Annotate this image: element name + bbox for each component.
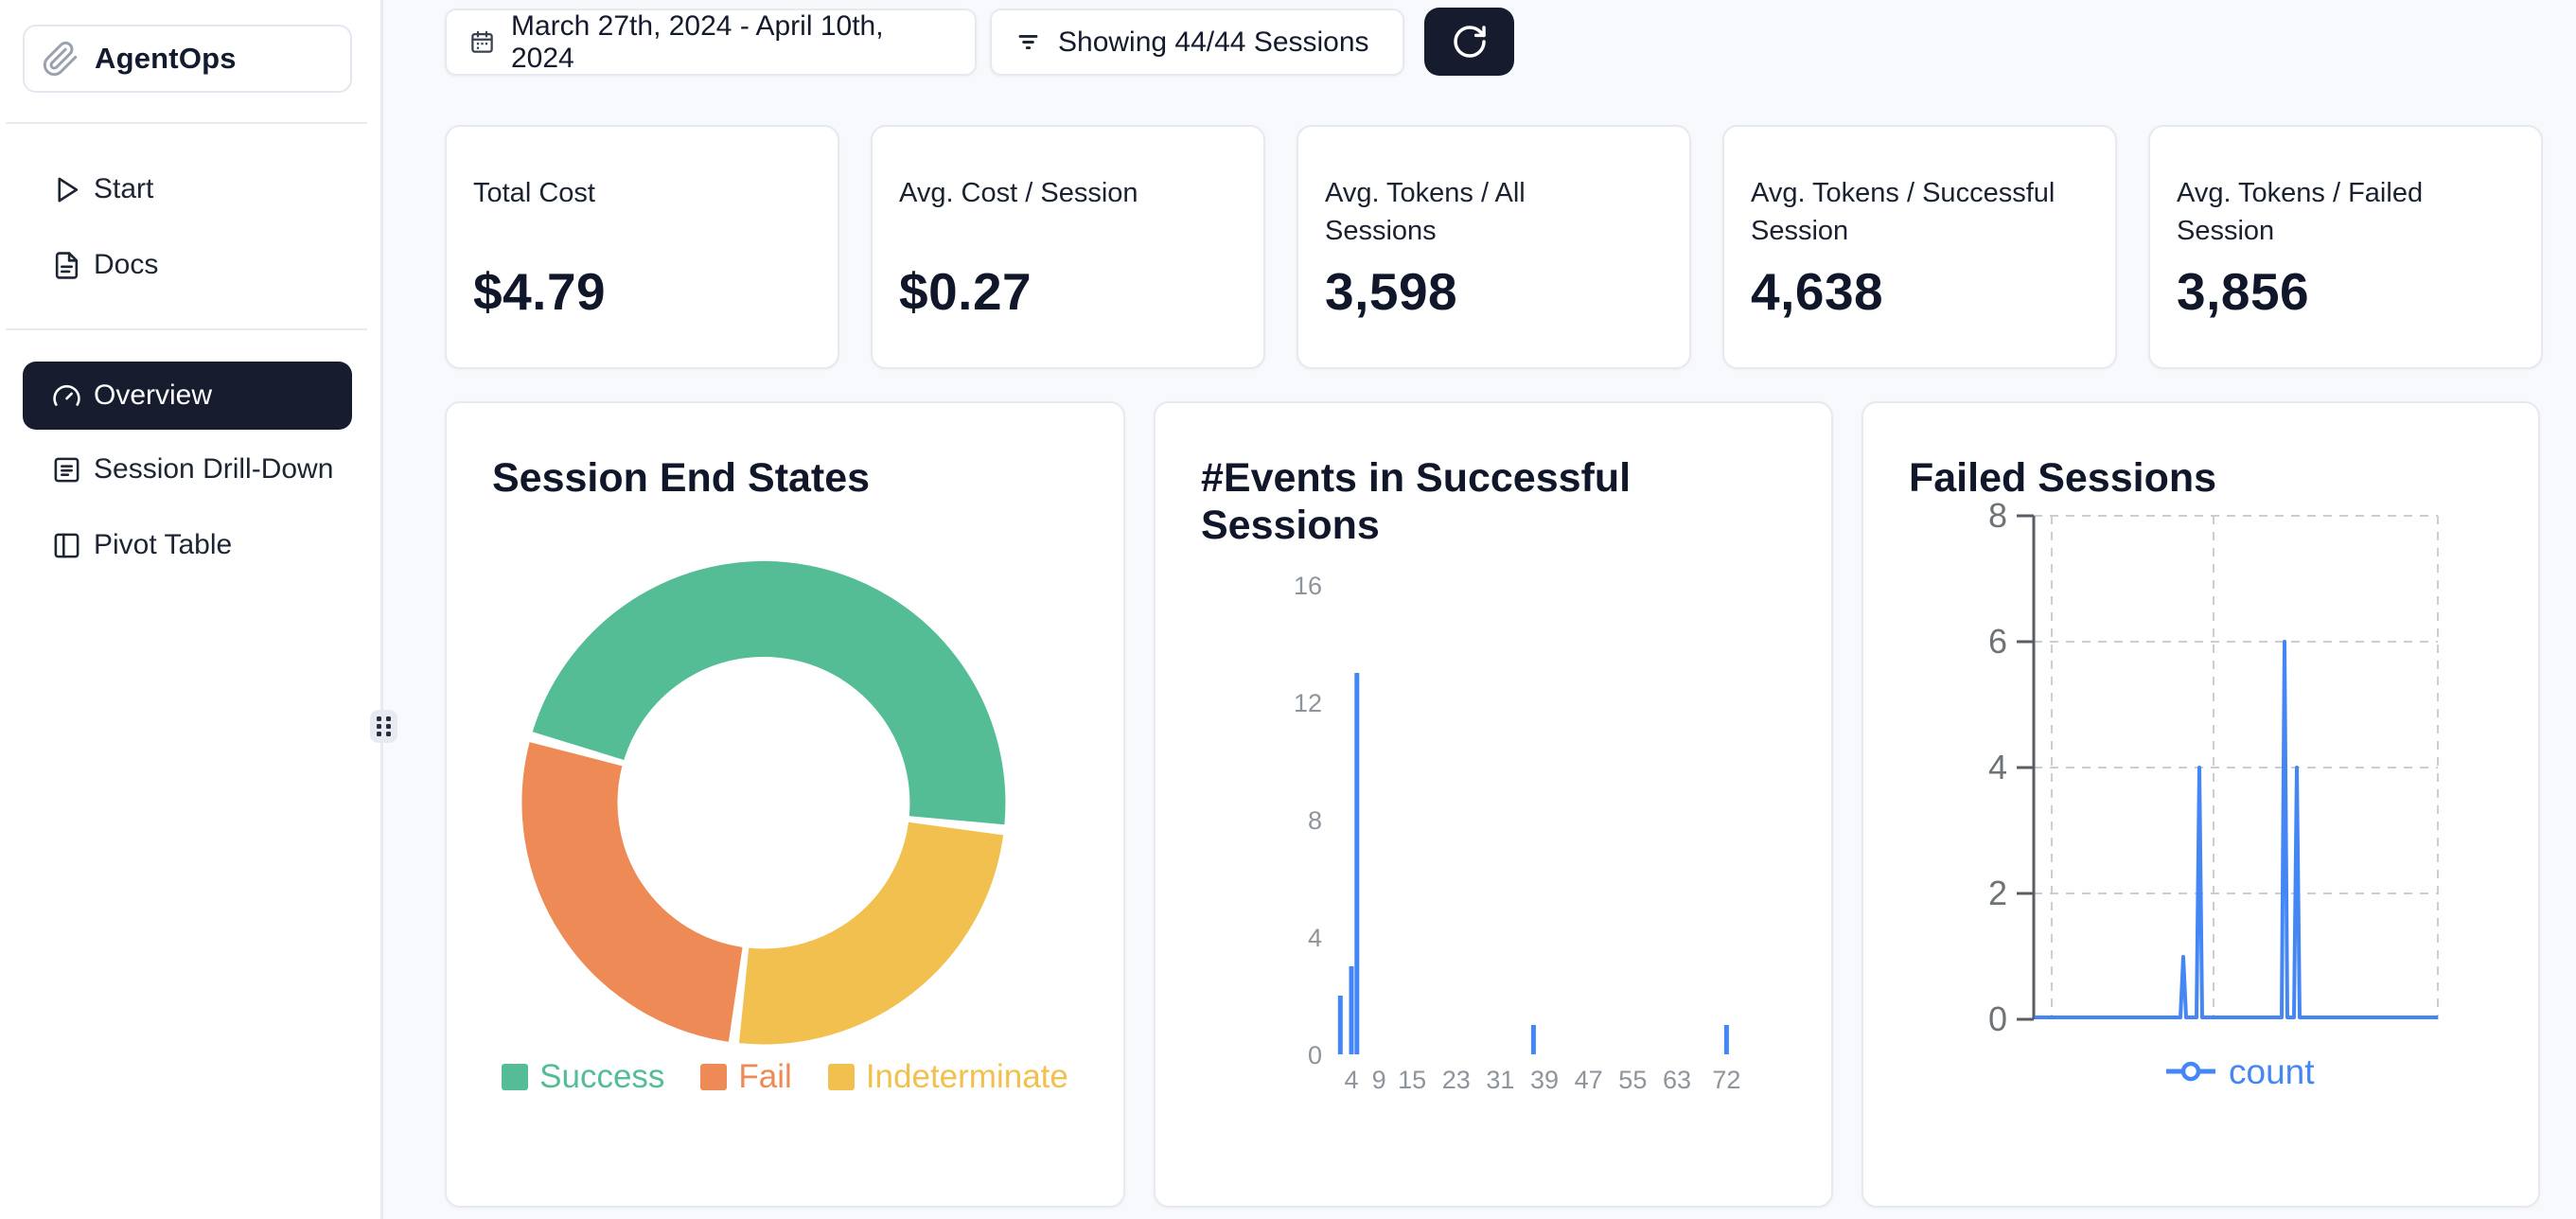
sidebar-item-overview[interactable]: Overview <box>23 362 352 430</box>
x-axis-tick-label: 4 <box>1344 1066 1358 1094</box>
x-axis-tick-label: 55 <box>1618 1066 1647 1094</box>
stat-label: Avg. Tokens / Failed Session <box>2177 174 2489 250</box>
refresh-button[interactable] <box>1424 8 1514 76</box>
events-histogram-card: #Events in Successful Sessions 048121649… <box>1154 401 1833 1208</box>
y-axis-tick-label: 8 <box>1308 806 1322 835</box>
app-logo: AgentOps <box>23 25 352 93</box>
y-axis-tick-label: 8 <box>1988 496 2007 535</box>
stat-card-avg-tokens-failed: Avg. Tokens / Failed Session 3,856 <box>2148 125 2543 369</box>
legend-swatch <box>700 1064 727 1090</box>
sidebar-item-label: Start <box>94 173 153 205</box>
legend-label: Success <box>539 1058 664 1096</box>
sidebar-item-pivot-table[interactable]: Pivot Table <box>0 513 383 577</box>
y-axis-tick-label: 16 <box>1294 572 1322 600</box>
calendar-icon <box>469 29 495 55</box>
panel-left-icon <box>52 531 81 560</box>
donut-slice-fail[interactable] <box>570 754 735 995</box>
stat-card-avg-tokens-successful: Avg. Tokens / Successful Session 4,638 <box>1722 125 2117 369</box>
stat-value: 3,598 <box>1325 261 1457 322</box>
failed-sessions-card: Failed Sessions 02468count <box>1861 401 2540 1208</box>
y-axis-tick-label: 12 <box>1294 689 1322 717</box>
sidebar: AgentOps Start Docs Overview <box>0 0 383 1219</box>
sessions-filter-label: Showing 44/44 Sessions <box>1058 26 1369 59</box>
play-icon <box>52 175 81 204</box>
legend-label-count[interactable]: count <box>2229 1052 2315 1091</box>
donut-legend: Success Fail Indeterminate <box>447 1058 1123 1096</box>
x-axis-tick-label: 23 <box>1442 1066 1471 1094</box>
sidebar-resize-handle[interactable] <box>370 710 397 743</box>
stat-value: $4.79 <box>473 261 606 322</box>
x-axis-tick-label: 47 <box>1575 1066 1603 1094</box>
stat-card-avg-tokens-all: Avg. Tokens / All Sessions 3,598 <box>1297 125 1691 369</box>
sidebar-item-label: Overview <box>94 380 212 412</box>
sidebar-item-label: Pivot Table <box>94 529 232 561</box>
stat-card-total-cost: Total Cost $4.79 <box>445 125 839 369</box>
sidebar-item-label: Docs <box>94 249 158 281</box>
gauge-icon <box>52 381 81 411</box>
sidebar-item-session-drill-down[interactable]: Session Drill-Down <box>0 437 383 502</box>
y-axis-tick-label: 6 <box>1988 622 2007 661</box>
session-end-states-card: Session End States Success Fail Indeterm… <box>445 401 1125 1208</box>
legend-swatch <box>502 1064 528 1090</box>
sidebar-item-label: Session Drill-Down <box>94 453 333 486</box>
legend-swatch <box>828 1064 855 1090</box>
stat-value: 3,856 <box>2177 261 2309 322</box>
x-axis-tick-label: 39 <box>1530 1066 1559 1094</box>
y-axis-tick-label: 0 <box>1308 1041 1322 1069</box>
sidebar-item-docs[interactable]: Docs <box>0 233 383 297</box>
file-text-icon <box>52 251 81 280</box>
legend-label: Indeterminate <box>866 1058 1068 1096</box>
histogram-bar[interactable] <box>1724 1025 1729 1054</box>
legend-marker-circle <box>2183 1064 2198 1079</box>
legend-label: Fail <box>738 1058 791 1096</box>
histogram-bar[interactable] <box>1531 1025 1536 1054</box>
date-range-button[interactable]: March 27th, 2024 - April 10th, 2024 <box>445 9 977 76</box>
stat-label: Avg. Cost / Session <box>899 174 1211 212</box>
filter-icon <box>1015 28 1042 56</box>
x-axis-tick-label: 31 <box>1486 1066 1514 1094</box>
paperclip-logo-icon <box>42 40 79 78</box>
refresh-icon <box>1451 23 1489 61</box>
y-axis-tick-label: 4 <box>1308 924 1322 952</box>
histogram-bar[interactable] <box>1338 996 1343 1054</box>
donut-slice-indeterminate[interactable] <box>744 829 956 997</box>
sessions-filter-button[interactable]: Showing 44/44 Sessions <box>990 9 1404 76</box>
x-axis-tick-label: 15 <box>1398 1066 1426 1094</box>
stat-label: Avg. Tokens / All Sessions <box>1325 174 1637 250</box>
legend-item-fail[interactable]: Fail <box>700 1058 791 1096</box>
legend-item-indeterminate[interactable]: Indeterminate <box>828 1058 1068 1096</box>
sidebar-divider <box>6 328 367 330</box>
y-axis-tick-label: 4 <box>1988 748 2007 786</box>
sidebar-item-start[interactable]: Start <box>0 157 383 221</box>
donut-slice-success[interactable] <box>578 609 958 820</box>
histogram-bar[interactable] <box>1354 673 1359 1054</box>
stat-value: 4,638 <box>1751 261 1883 322</box>
stat-card-avg-cost-session: Avg. Cost / Session $0.27 <box>871 125 1265 369</box>
stat-label: Total Cost <box>473 174 785 212</box>
date-range-label: March 27th, 2024 - April 10th, 2024 <box>511 10 952 75</box>
x-axis-tick-label: 9 <box>1372 1066 1386 1094</box>
stat-value: $0.27 <box>899 261 1032 322</box>
count-line[interactable] <box>2035 642 2438 1017</box>
histogram-bar[interactable] <box>1350 966 1354 1054</box>
sidebar-divider <box>6 122 367 124</box>
list-icon <box>52 455 81 485</box>
events-histogram-chart[interactable]: 0481216491523313947556372 <box>1156 403 1835 1210</box>
y-axis-tick-label: 2 <box>1988 874 2007 912</box>
legend-item-success[interactable]: Success <box>502 1058 664 1096</box>
stat-label: Avg. Tokens / Successful Session <box>1751 174 2063 250</box>
y-axis-tick-label: 0 <box>1988 999 2007 1038</box>
x-axis-tick-label: 72 <box>1712 1066 1740 1094</box>
app-title: AgentOps <box>95 42 237 76</box>
x-axis-tick-label: 63 <box>1663 1066 1691 1094</box>
failed-sessions-line-chart[interactable]: 0 2 4 6 8 count <box>1863 403 2542 1210</box>
